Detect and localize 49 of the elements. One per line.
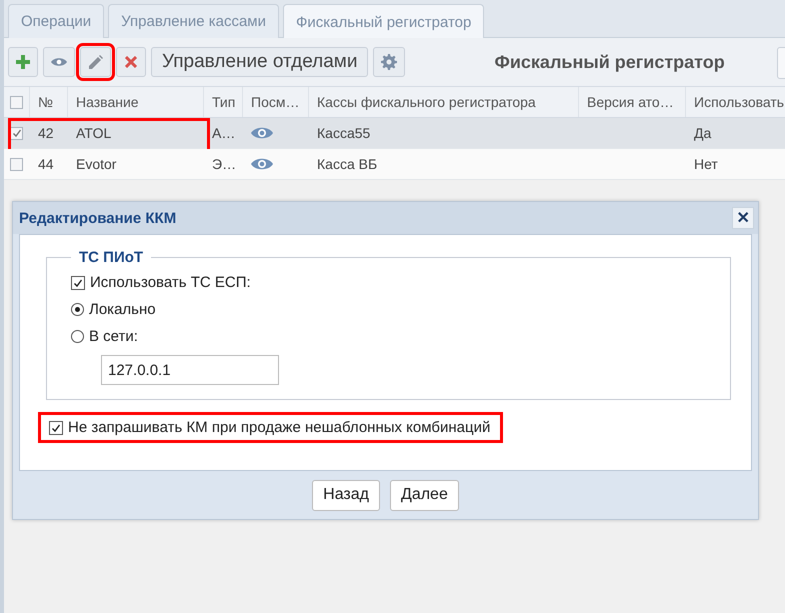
column-header[interactable]: Тип (204, 87, 243, 117)
row-checkbox[interactable] (10, 126, 23, 140)
table-cell-text: Нет (693, 155, 719, 174)
option-label: Локально (89, 301, 156, 318)
table-cell-text: Да (693, 124, 712, 143)
address-field[interactable]: 127.0.0.1 (101, 355, 279, 385)
column-header[interactable]: Кассы фискального регистратора (309, 87, 579, 117)
select-all-checkbox[interactable] (10, 96, 23, 108)
option-label: Использовать ТС ЕСП: (90, 274, 251, 291)
column-header[interactable]: № (30, 87, 68, 117)
close-icon (125, 56, 137, 68)
eye-icon[interactable] (251, 157, 273, 171)
toolbar-title: Фискальный регистратор (494, 52, 725, 72)
settings-icon (381, 54, 398, 70)
group-title: ТС ПИоТ (78, 249, 144, 266)
table-row[interactable]: 42 ATOL A… Касса55 Да (4, 118, 785, 149)
checkbox[interactable] (71, 276, 85, 290)
table-row[interactable]: 44 Evotor Э… Касса ВБ Нет (4, 149, 785, 180)
departments-button[interactable]: Управление отделами (151, 47, 368, 77)
column-header[interactable]: Использовать (686, 87, 785, 117)
option-label: В сети: (89, 328, 138, 345)
column-header[interactable]: Посм… (243, 87, 309, 117)
settings-button[interactable] (373, 47, 406, 77)
plus-icon (16, 55, 30, 69)
dialog-button[interactable]: Далее (390, 480, 459, 510)
radio-button[interactable] (71, 303, 84, 316)
option-label: Не запрашивать КМ при продаже нешаблонных комбинаций (68, 419, 490, 436)
eye-icon[interactable] (251, 126, 273, 140)
column-header[interactable]: Версия ато… (579, 87, 686, 117)
table-cell-text: Касса ВБ (316, 155, 378, 174)
checkbox[interactable] (49, 420, 63, 434)
table-cell-text: 42 (37, 124, 55, 143)
table-cell-text: Э… (211, 155, 238, 174)
column-header[interactable]: Название (68, 87, 204, 117)
close-button[interactable]: ✕ (732, 207, 754, 229)
pencil-icon (88, 54, 103, 70)
table-cell-text: ATOL (75, 124, 112, 143)
row-checkbox[interactable] (10, 158, 23, 170)
dialog-button[interactable]: Назад (312, 480, 380, 510)
table-cell-text: Evotor (75, 155, 118, 174)
eye-icon (51, 57, 67, 67)
radio-button[interactable] (71, 330, 84, 343)
table-cell-text: A… (211, 124, 236, 143)
table-cell-text: Касса55 (316, 124, 372, 143)
view-button[interactable] (43, 47, 75, 77)
delete-button[interactable] (116, 47, 146, 77)
table-cell-text: 44 (37, 155, 55, 174)
add-button[interactable] (8, 47, 38, 77)
dialog-title: Редактирование ККМ (19, 210, 176, 226)
